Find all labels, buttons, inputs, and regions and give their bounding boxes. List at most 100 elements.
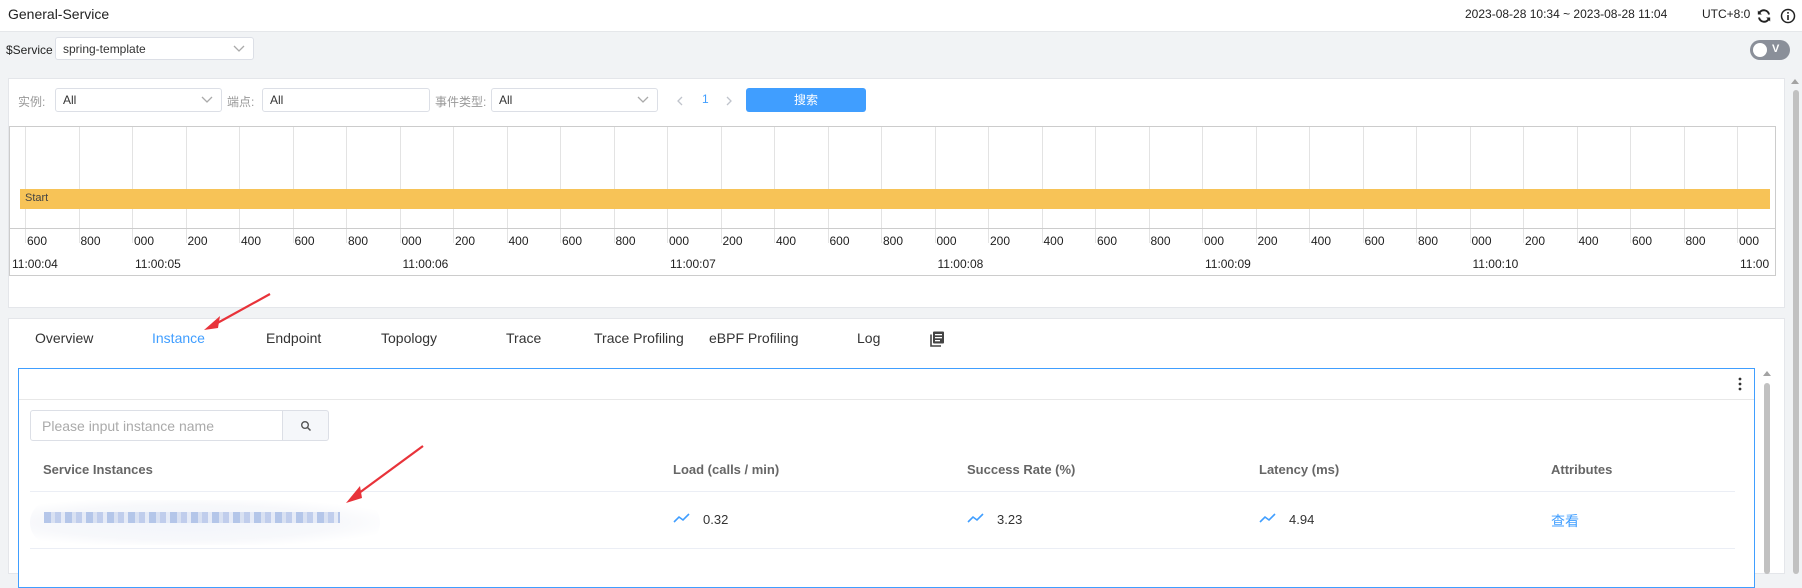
- success-rate-trend-icon[interactable]: [967, 512, 985, 524]
- timeline-ms-tick-label: 000: [1204, 234, 1225, 248]
- tab-trace[interactable]: Trace: [506, 330, 541, 346]
- timeline-ms-tick-label: 000: [1471, 234, 1492, 248]
- refresh-icon[interactable]: [1756, 8, 1772, 24]
- success-rate-value: 3.23: [997, 512, 1023, 527]
- timeline-ms-tick-label: 000: [669, 234, 690, 248]
- timeline-minor-gridline: [934, 127, 936, 243]
- load-trend-icon[interactable]: [673, 512, 691, 524]
- timeline-event-label: Start: [25, 192, 49, 204]
- timezone-label: UTC+8:0: [1702, 7, 1751, 21]
- scroll-up-icon[interactable]: [1763, 370, 1771, 376]
- timeline-ms-tick-label: 600: [829, 234, 850, 248]
- timeline-minor-gridline: [132, 127, 133, 243]
- tab-instance[interactable]: Instance: [152, 330, 205, 346]
- page-title: General-Service: [8, 6, 110, 22]
- timeline-ms-tick-label: 200: [455, 234, 476, 248]
- endpoint-filter-value: All: [270, 93, 284, 107]
- timeline-minor-gridline: [1309, 127, 1310, 243]
- instance-search-button[interactable]: [282, 410, 329, 441]
- endpoint-filter-input[interactable]: All: [262, 88, 430, 112]
- column-header-attributes: Attributes: [1551, 462, 1613, 477]
- instance-filter-select[interactable]: All: [55, 88, 222, 112]
- timeline-minor-gridline: [1202, 127, 1203, 243]
- prev-page-icon[interactable]: [676, 96, 684, 106]
- timeline-minor-gridline: [239, 127, 240, 243]
- widget-scrollbar-thumb[interactable]: [1764, 383, 1770, 574]
- timeline-minor-gridline: [292, 127, 294, 243]
- timeline-minor-gridline: [399, 127, 401, 243]
- time-range[interactable]: 2023-08-28 10:34 ~ 2023-08-28 11:04: [1465, 7, 1667, 21]
- search-button[interactable]: 搜索: [746, 88, 866, 112]
- timeline-ms-tick-label: 600: [562, 234, 583, 248]
- timeline-minor-gridline: [1416, 127, 1417, 243]
- timeline-ms-tick-label: 800: [348, 234, 369, 248]
- next-page-icon[interactable]: [725, 96, 733, 106]
- top-bar: General-Service 2023-08-28 10:34 ~ 2023-…: [0, 0, 1802, 32]
- more-options-icon[interactable]: [1738, 376, 1742, 392]
- tab-endpoint[interactable]: Endpoint: [266, 330, 321, 346]
- timeline-second-label: 11:00:08: [937, 257, 984, 271]
- tab-log[interactable]: Log: [857, 330, 880, 346]
- timeline-minor-gridline: [774, 127, 775, 243]
- timeline-minor-gridline: [988, 127, 989, 243]
- timeline-second-label: 11:00:07: [670, 257, 716, 271]
- timeline-ms-tick-label: 200: [187, 234, 208, 248]
- mode-toggle[interactable]: V: [1750, 40, 1790, 60]
- view-attributes-link[interactable]: 查看: [1551, 511, 1579, 531]
- timeline-minor-gridline: [1469, 127, 1471, 243]
- timeline-minor-gridline: [1095, 127, 1096, 243]
- info-icon[interactable]: [1780, 8, 1796, 24]
- timeline-minor-gridline: [613, 127, 615, 243]
- page-scrollbar-thumb[interactable]: [1793, 90, 1799, 574]
- tab-ebpf-profiling[interactable]: eBPF Profiling: [709, 330, 798, 346]
- latency-trend-icon[interactable]: [1259, 512, 1277, 524]
- load-value: 0.32: [703, 512, 729, 527]
- timeline-ms-tick-label: 000: [134, 234, 155, 248]
- timeline-minor-gridline: [560, 127, 561, 243]
- timeline-second-label: 11:00: [1740, 257, 1770, 271]
- timeline-ms-tick-label: 800: [1685, 234, 1706, 248]
- copy-icon[interactable]: [928, 330, 946, 348]
- timeline-ms-tick-label: 400: [241, 234, 262, 248]
- timeline-second-label: 11:00:06: [402, 257, 449, 271]
- chevron-down-icon: [637, 96, 649, 103]
- timeline-minor-gridline: [25, 127, 26, 243]
- timeline-minor-gridline: [1255, 127, 1257, 243]
- current-page[interactable]: 1: [702, 92, 709, 106]
- scroll-up-icon[interactable]: [1791, 78, 1799, 84]
- timeline-ms-tick-label: 400: [1311, 234, 1332, 248]
- timeline-minor-gridline: [827, 127, 829, 243]
- service-select-value: spring-template: [63, 41, 146, 56]
- instance-name-link[interactable]: [44, 512, 340, 523]
- timeline-event-bar[interactable]: Start: [20, 189, 1770, 209]
- service-select[interactable]: spring-template: [55, 37, 254, 60]
- tab-trace-profiling[interactable]: Trace Profiling: [594, 330, 684, 346]
- instance-filter-value: All: [63, 93, 77, 107]
- latency-value: 4.94: [1289, 512, 1315, 527]
- timeline-minor-gridline: [1683, 127, 1685, 243]
- timeline-ms-tick-label: 600: [1364, 234, 1385, 248]
- timeline-ms-tick-label: 600: [1632, 234, 1653, 248]
- timeline-ms-tick-label: 000: [936, 234, 957, 248]
- event-type-select[interactable]: All: [491, 88, 658, 112]
- timeline-second-label: 11:00:10: [1472, 257, 1519, 271]
- event-timeline[interactable]: Start 600 800 000 200 400 600 800 000 200 400 600 8…: [9, 126, 1776, 276]
- timeline-second-label: 11:00:09: [1205, 257, 1251, 271]
- timeline-minor-gridline: [667, 127, 668, 243]
- timeline-second-label: 11:00:04: [12, 257, 58, 271]
- timeline-minor-gridline: [185, 127, 187, 243]
- timeline-minor-gridline: [1737, 127, 1738, 243]
- instance-filter-label: 实例:: [18, 95, 46, 109]
- timeline-minor-gridline: [1041, 127, 1043, 243]
- timeline-second-label: 11:00:05: [135, 257, 181, 271]
- tab-topology[interactable]: Topology: [381, 330, 437, 346]
- timeline-minor-gridline: [1523, 127, 1524, 243]
- tab-overview[interactable]: Overview: [35, 330, 93, 346]
- timeline-ms-tick-label: 800: [615, 234, 636, 248]
- timeline-ms-tick-label: 400: [508, 234, 529, 248]
- table-header-divider: [30, 491, 1735, 492]
- column-header-latency: Latency (ms): [1259, 462, 1340, 477]
- timeline-ms-tick-label: 800: [883, 234, 904, 248]
- instance-search-input[interactable]: [30, 410, 283, 441]
- timeline-ms-tick-label: 400: [1043, 234, 1064, 248]
